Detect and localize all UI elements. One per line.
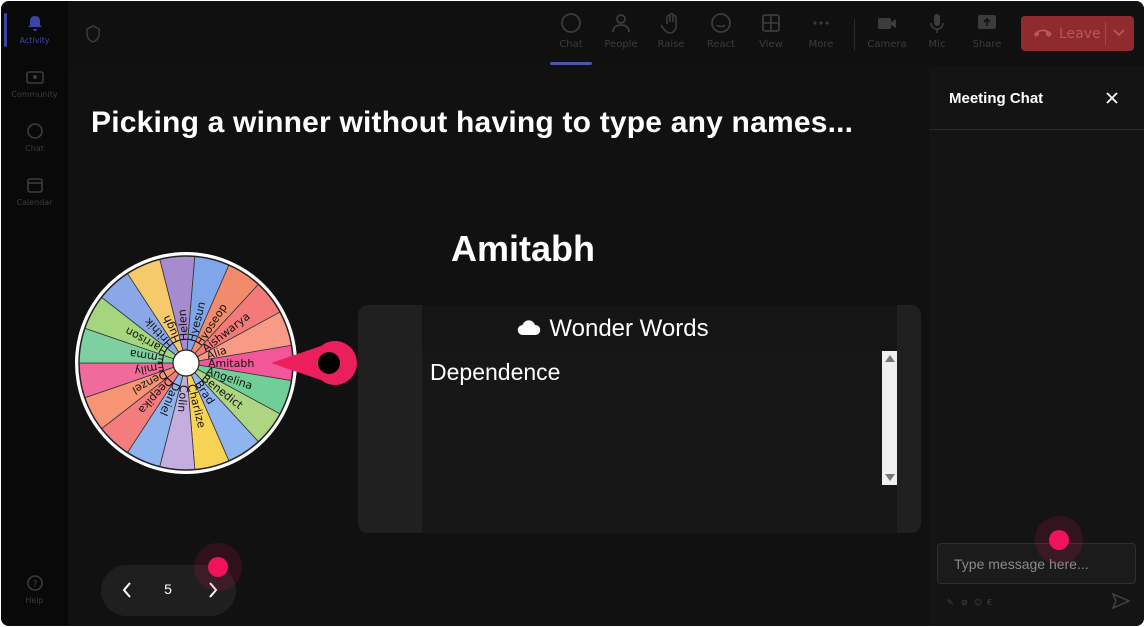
next-page-button[interactable] [202,580,222,600]
chat-icon [25,121,45,141]
toolbar-camera-button[interactable]: Camera [864,11,910,61]
rail-item-label: Community [11,90,58,99]
teams-meeting-window: Activity Community Chat Calendar ? Help [1,1,1144,626]
toolbar-button-label: View [759,39,783,50]
app-rail: Activity Community Chat Calendar ? Help [1,1,68,626]
chevron-right-icon [209,582,218,598]
previous-page-button[interactable] [118,580,138,600]
name-wheel[interactable]: HelenHyesunHyoseopAishwaryaAliaAmitabhAn… [75,251,359,475]
bell-icon [25,13,45,33]
wonder-words-textarea[interactable]: Dependence [422,351,897,533]
gif-icon[interactable]: € [987,598,997,608]
rail-item-community[interactable]: Community [1,57,68,109]
toolbar-view-button[interactable]: View [748,11,794,61]
chat-title: Meeting Chat [949,90,1044,107]
toolbar-divider [854,19,855,51]
shield-icon[interactable] [86,25,100,47]
toolbar-button-label: Share [972,39,1002,50]
toolbar-react-button[interactable]: React [698,11,744,61]
rail-item-help[interactable]: ? Help [1,563,68,615]
format-icon[interactable]: ✎ [947,598,957,608]
toolbar-share-button[interactable]: Share [964,11,1010,61]
pointer-highlight [208,557,228,577]
rail-item-label: Chat [25,144,44,153]
chevron-left-icon [122,582,131,598]
toolbar-button-label: People [604,39,638,50]
page-number: 5 [164,581,172,597]
wheel-hub [172,349,200,377]
attach-icon[interactable]: ⊘ [961,598,971,608]
leave-button[interactable]: Leave [1021,16,1134,51]
camera-off-icon [875,11,899,35]
rail-item-label: Activity [19,36,50,45]
toolbar-people-button[interactable]: People [598,11,644,61]
send-icon[interactable] [1111,592,1131,613]
mic-icon [925,11,949,35]
scroll-up-arrow[interactable] [885,355,895,362]
meeting-toolbar: Chat People Raise React View More Camera [68,1,1144,67]
chat-header: Meeting Chat [929,67,1144,130]
toolbar-button-label: Camera [867,39,907,50]
leave-divider [1105,22,1106,45]
textarea-scrollbar[interactable] [882,351,897,485]
calendar-icon [25,175,45,195]
rail-item-label: Calendar [16,198,53,207]
grid-icon [759,11,783,35]
leave-label: Leave [1059,25,1101,42]
toolbar-button-label: Raise [657,39,685,50]
toolbar-mic-button[interactable]: Mic [914,11,960,61]
toolbar-chat-button[interactable]: Chat [548,11,594,65]
textarea-value: Dependence [430,359,561,385]
card-title-text: Wonder Words [549,315,709,342]
rail-item-activity[interactable]: Activity [1,3,68,55]
pointer-highlight [1049,530,1069,550]
close-icon[interactable] [1105,90,1119,109]
cloud-icon [517,315,541,343]
meeting-chat-panel: Meeting Chat ✎ ⊘ ☺ € [929,67,1144,626]
chevron-down-icon[interactable] [1113,26,1125,44]
toolbar-raise-button[interactable]: Raise [648,11,694,61]
community-icon [25,67,45,87]
toolbar-button-label: Chat [559,39,583,50]
card-title: Wonder Words [358,315,868,343]
hang-up-icon [1033,26,1053,42]
chat-message-input[interactable] [937,543,1136,584]
rail-item-chat[interactable]: Chat [1,111,68,163]
share-icon [975,11,999,35]
svg-text:?: ? [32,579,37,590]
shared-stage: Picking a winner without having to type … [68,67,929,626]
scroll-down-arrow[interactable] [885,474,895,481]
rail-item-calendar[interactable]: Calendar [1,165,68,217]
toolbar-more-button[interactable]: More [798,11,844,61]
stage-title: Picking a winner without having to type … [91,106,854,139]
wonder-words-card: Wonder Words Dependence [358,305,921,533]
chat-icon [559,11,583,35]
more-icon [809,11,833,35]
emoji-icon[interactable]: ☺ [974,598,984,608]
toolbar-button-label: More [808,39,834,50]
rail-item-label: Help [25,596,44,605]
toolbar-button-label: React [706,39,736,50]
winner-name: Amitabh [451,228,595,269]
toolbar-button-label: Mic [928,39,946,50]
hand-icon [659,11,683,35]
help-icon: ? [25,573,45,593]
people-icon [609,11,633,35]
smile-icon [709,11,733,35]
